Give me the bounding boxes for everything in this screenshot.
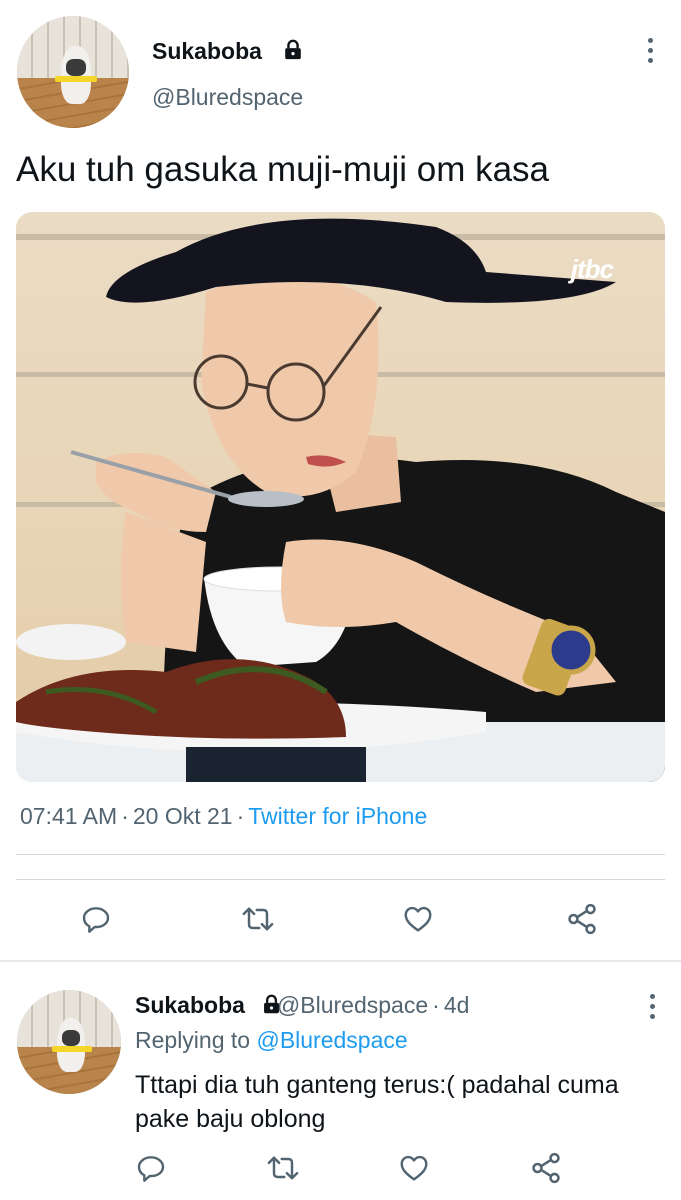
more-vertical-icon[interactable] [645,38,655,63]
tweet-source-link[interactable]: Twitter for iPhone [248,803,427,829]
meta-separator: · [236,803,245,829]
divider [16,854,665,855]
reply-icon [137,1156,165,1182]
reply-icon [82,907,110,933]
avatar-cat-figure [61,46,91,104]
like-button[interactable] [400,901,436,937]
tweet-meta: 07:41 AM · 20 Okt 21 · Twitter for iPhone [20,803,427,830]
share-icon [532,1152,560,1184]
section-divider [0,960,681,962]
tweet-date: 20 Okt 21 [132,803,233,829]
reply-age: 4d [443,992,470,1018]
reply-separator: · [432,992,440,1018]
reply-text: Tttapi dia tuh ganteng terus:( padahal c… [135,1071,619,1133]
share-button[interactable] [564,901,600,937]
photo-illustration [16,218,665,782]
lock-icon [264,994,279,1014]
retweet-icon [267,1156,299,1180]
avatar-cat-figure [57,1018,85,1072]
reply-handle[interactable]: @Bluredspace [277,992,428,1018]
tweet-photo[interactable]: jtbc [16,212,665,782]
replying-to-link[interactable]: @Bluredspace [256,1027,407,1053]
retweet-icon [242,907,274,931]
meta-separator: · [121,803,129,829]
avatar-dumbbell [55,76,97,82]
reply-display-name[interactable]: Sukaboba [135,992,245,1018]
reply-header: Sukaboba @Bluredspace · 4d [135,992,469,1019]
replying-prefix: Replying to [135,1027,251,1053]
heart-icon [400,1155,428,1181]
tweet-text: Aku tuh gasuka muji-muji om kasa [16,150,549,189]
reply-button[interactable] [78,901,114,937]
share-button[interactable] [528,1150,564,1186]
replying-to: Replying to @Bluredspace [135,1027,408,1054]
like-button[interactable] [396,1150,432,1186]
avatar-dumbbell [52,1046,92,1052]
reply-author-avatar[interactable] [17,990,121,1094]
author-handle[interactable]: @Bluredspace [152,84,303,111]
author-avatar[interactable] [17,16,129,128]
divider [16,879,665,880]
tweet-time: 07:41 AM [20,803,118,829]
author-display-name[interactable]: Sukaboba [152,38,262,65]
retweet-button[interactable] [240,901,276,937]
lock-icon [285,39,301,60]
retweet-button[interactable] [265,1150,301,1186]
heart-icon [404,906,432,932]
share-icon [568,903,596,935]
reply-button[interactable] [133,1150,169,1186]
more-vertical-icon[interactable] [647,994,657,1019]
photo-watermark: jtbc [570,254,614,284]
